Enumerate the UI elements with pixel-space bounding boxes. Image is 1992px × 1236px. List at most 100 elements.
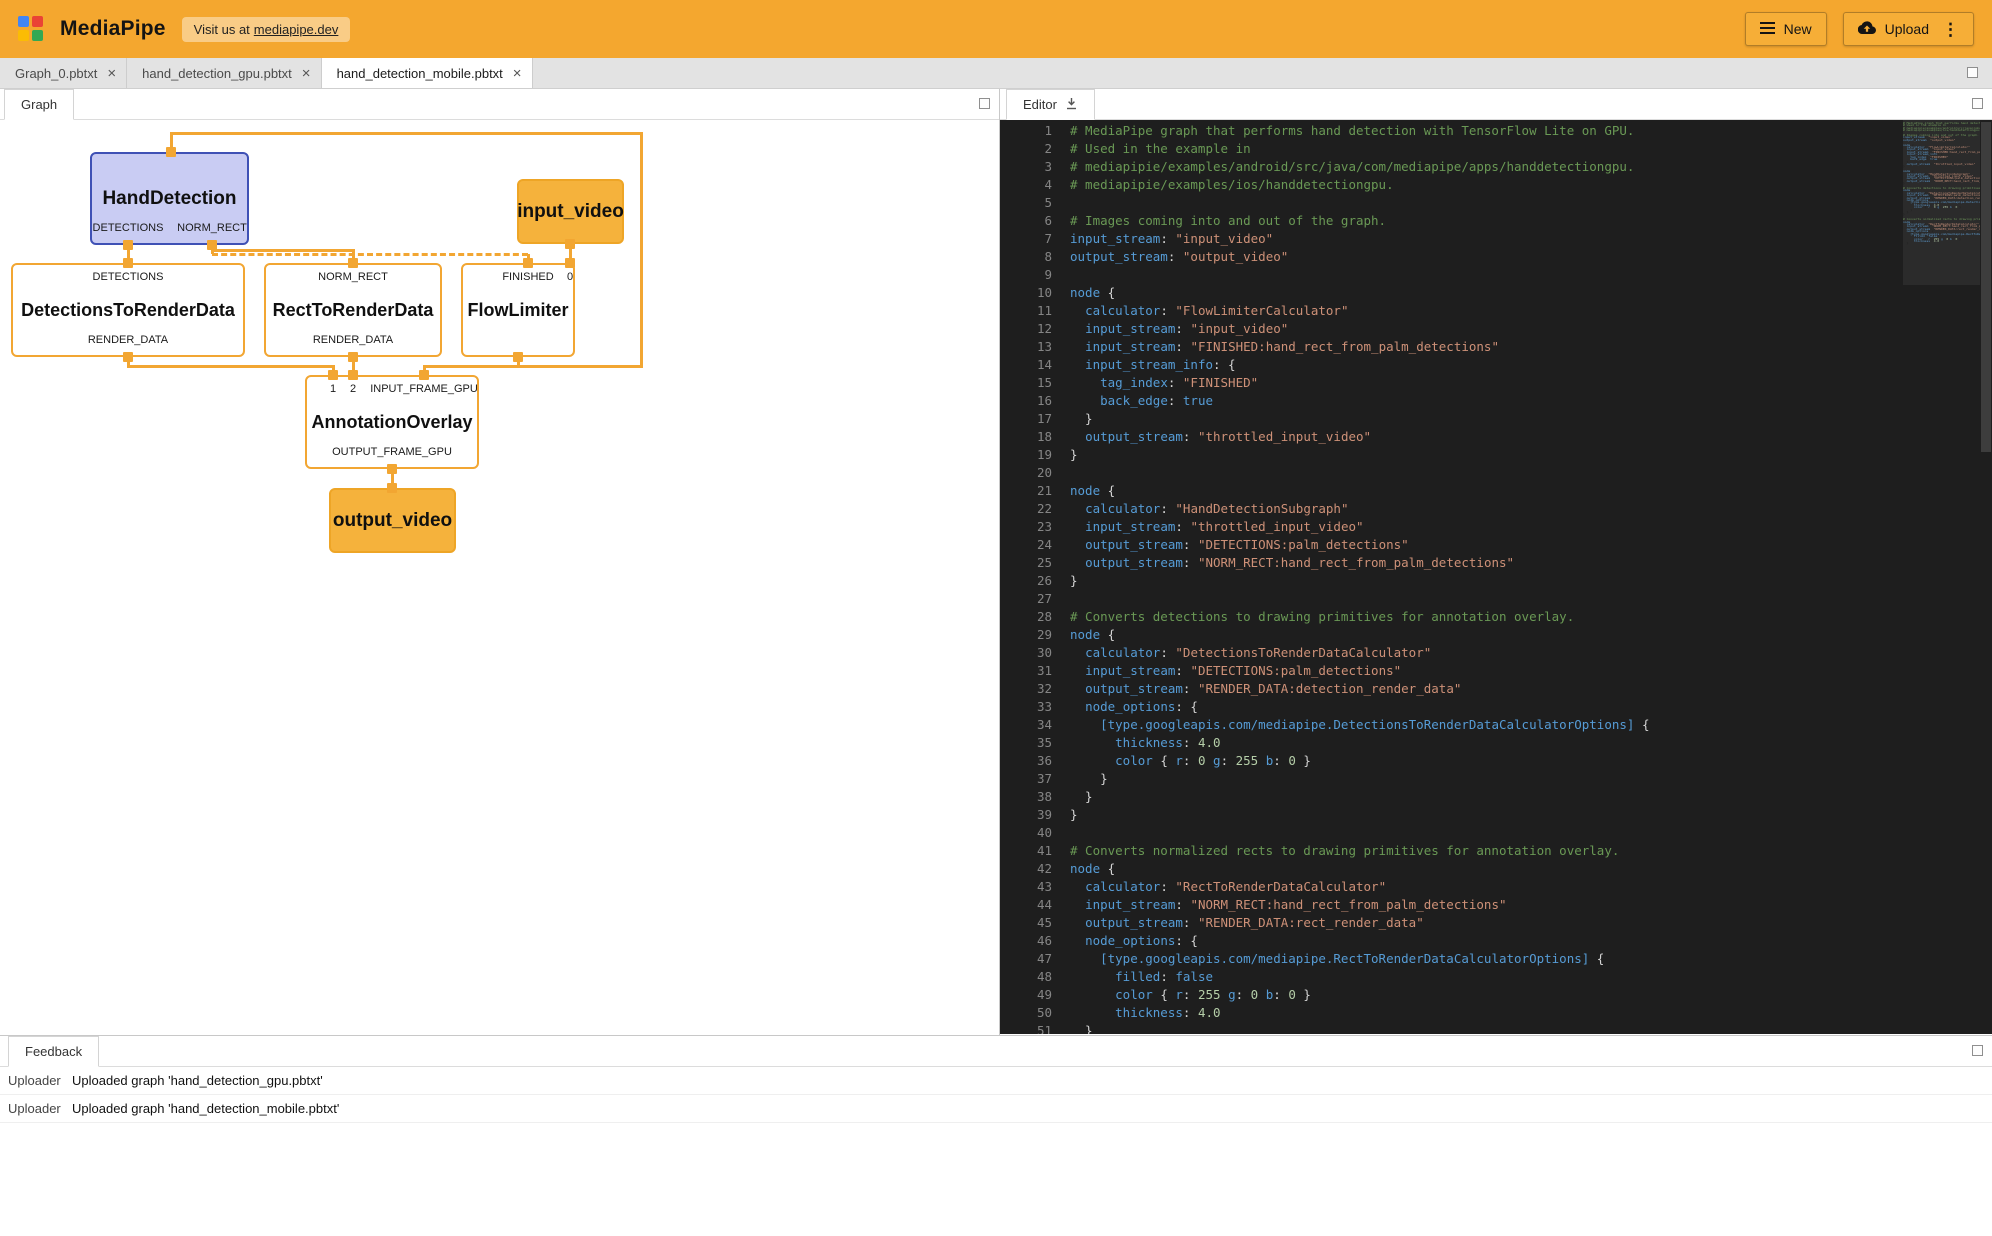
maximize-graph-icon[interactable]	[979, 98, 990, 109]
file-tabs: Graph_0.pbtxt×hand_detection_gpu.pbtxt×h…	[0, 58, 1992, 89]
line-number: 36	[1000, 752, 1062, 770]
port-label: DETECTIONS	[93, 271, 164, 283]
code-text: input_stream: "NORM_RECT:hand_rect_from_…	[1070, 896, 1507, 914]
line-number: 8	[1000, 248, 1062, 266]
code-line: 1 # MediaPipe graph that performs hand de…	[1000, 122, 1903, 140]
line-number: 25	[1000, 554, 1062, 572]
file-tab-label: Graph_0.pbtxt	[15, 66, 97, 81]
node-title: input_video	[517, 201, 624, 223]
layout-toggle-icon[interactable]	[1967, 67, 1978, 78]
minimap-slider[interactable]	[1903, 120, 1980, 285]
graph-tab-label: Graph	[21, 97, 57, 112]
code-text: # MediaPipe graph that performs hand det…	[1070, 122, 1634, 140]
code-line: 25 output_stream: "NORM_RECT:hand_rect_f…	[1000, 554, 1903, 572]
code-text: }	[1070, 788, 1093, 806]
code-text: # Converts normalized rects to drawing p…	[1070, 842, 1619, 860]
kebab-menu-icon[interactable]: ⋮	[1942, 21, 1959, 38]
line-number: 13	[1000, 338, 1062, 356]
code-text: output_stream: "output_video"	[1070, 248, 1288, 266]
port	[328, 370, 338, 380]
code-line: 18 output_stream: "throttled_input_video…	[1000, 428, 1903, 446]
scrollbar-thumb[interactable]	[1981, 122, 1991, 452]
code-editor[interactable]: 1 # MediaPipe graph that performs hand de…	[1000, 120, 1992, 1034]
port-label: OUTPUT_FRAME_GPU	[332, 446, 452, 458]
line-number: 37	[1000, 770, 1062, 788]
line-number: 49	[1000, 986, 1062, 1004]
code-line: 31 input_stream: "DETECTIONS:palm_detect…	[1000, 662, 1903, 680]
app-title: MediaPipe	[60, 17, 166, 41]
feedback-row: UploaderUploaded graph 'hand_detection_g…	[0, 1067, 1992, 1095]
node-title: output_video	[333, 510, 452, 532]
feedback-message: Uploaded graph 'hand_detection_mobile.pb…	[64, 1101, 339, 1116]
node-title: DetectionsToRenderData	[21, 300, 235, 321]
code-text: tag_index: "FINISHED"	[1070, 374, 1258, 392]
line-number: 26	[1000, 572, 1062, 590]
line-number: 21	[1000, 482, 1062, 500]
download-icon[interactable]	[1065, 97, 1078, 113]
maximize-feedback-icon[interactable]	[1972, 1045, 1983, 1056]
close-icon[interactable]: ×	[302, 66, 311, 81]
code-line: 11 calculator: "FlowLimiterCalculator"	[1000, 302, 1903, 320]
code-text: input_stream_info: {	[1070, 356, 1236, 374]
graph-tab[interactable]: Graph	[4, 89, 74, 120]
port	[523, 258, 533, 268]
code-line: 13 input_stream: "FINISHED:hand_rect_fro…	[1000, 338, 1903, 356]
code-line: 45 output_stream: "RENDER_DATA:rect_rend…	[1000, 914, 1903, 932]
node-title: RectToRenderData	[273, 300, 434, 321]
editor-scrollbar[interactable]	[1980, 120, 1992, 1034]
maximize-editor-icon[interactable]	[1972, 98, 1983, 109]
code-line: 42node {	[1000, 860, 1903, 878]
code-line: 39}	[1000, 806, 1903, 824]
code-line: 47 [type.googleapis.com/mediapipe.RectTo…	[1000, 950, 1903, 968]
code-text: calculator: "RectToRenderDataCalculator"	[1070, 878, 1386, 896]
graph-node-output_video[interactable]: output_video	[329, 488, 456, 553]
code-lines: 1 # MediaPipe graph that performs hand de…	[1000, 122, 1903, 1034]
upload-button[interactable]: Upload ⋮	[1843, 12, 1974, 46]
graph-edge	[212, 253, 528, 256]
code-line: 38 }	[1000, 788, 1903, 806]
close-icon[interactable]: ×	[107, 66, 116, 81]
mediapipe-dev-link[interactable]: mediapipe.dev	[254, 22, 339, 37]
graph-node-input_video[interactable]: input_video	[517, 179, 624, 244]
code-text: node {	[1070, 482, 1115, 500]
feedback-panel-tabbar: Feedback	[0, 1036, 1992, 1067]
code-text: calculator: "DetectionsToRenderDataCalcu…	[1070, 644, 1431, 662]
feedback-tab[interactable]: Feedback	[8, 1036, 99, 1067]
port	[123, 258, 133, 268]
code-line: 28# Converts detections to drawing primi…	[1000, 608, 1903, 626]
logo-square	[18, 30, 29, 41]
code-line: 50 thickness: 4.0	[1000, 1004, 1903, 1022]
line-number: 9	[1000, 266, 1062, 284]
line-number: 47	[1000, 950, 1062, 968]
file-tab[interactable]: hand_detection_gpu.pbtxt×	[127, 58, 321, 88]
port	[387, 483, 397, 493]
line-number: 7	[1000, 230, 1062, 248]
editor-tab-label: Editor	[1023, 97, 1057, 112]
graph-canvas[interactable]: HandDetectionDETECTIONSNORM_RECTinput_vi…	[0, 120, 999, 1034]
code-line: 3# mediapipie/examples/android/src/java/…	[1000, 158, 1903, 176]
new-button-label: New	[1784, 21, 1812, 37]
line-number: 1	[1000, 122, 1062, 140]
code-line: 8 output_stream: "output_video"	[1000, 248, 1903, 266]
code-text: color { r: 255 g: 0 b: 0 }	[1070, 986, 1311, 1004]
node-title: FlowLimiter	[467, 300, 568, 321]
line-number: 17	[1000, 410, 1062, 428]
new-button[interactable]: New	[1745, 12, 1827, 46]
line-number: 32	[1000, 680, 1062, 698]
code-line: 29node {	[1000, 626, 1903, 644]
file-tab[interactable]: hand_detection_mobile.pbtxt×	[322, 58, 533, 88]
code-line: 23 input_stream: "throttled_input_video"	[1000, 518, 1903, 536]
line-number: 27	[1000, 590, 1062, 608]
code-line: 26}	[1000, 572, 1903, 590]
code-text: thickness: 4.0	[1070, 1004, 1221, 1022]
file-tab[interactable]: Graph_0.pbtxt ×	[0, 58, 127, 88]
code-text: thickness: 4.0	[1070, 734, 1221, 752]
editor-tab[interactable]: Editor	[1006, 89, 1095, 120]
close-icon[interactable]: ×	[513, 66, 522, 81]
line-number: 51	[1000, 1022, 1062, 1034]
code-text: }	[1070, 572, 1078, 590]
visit-us-pill: Visit us at mediapipe.dev	[182, 17, 351, 42]
line-number: 11	[1000, 302, 1062, 320]
code-text	[1070, 266, 1078, 284]
code-text: input_stream: "throttled_input_video"	[1070, 518, 1364, 536]
